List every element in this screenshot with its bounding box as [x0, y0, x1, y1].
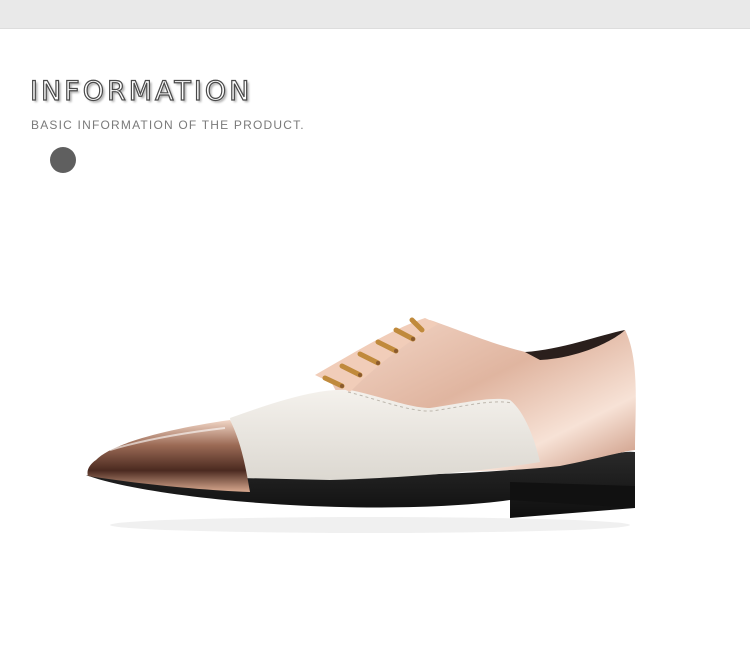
section-title: INFORMATION	[29, 75, 253, 107]
product-image	[86, 317, 636, 533]
shoe-shadow	[110, 517, 630, 533]
section-subtitle: BASIC INFORMATION OF THE PRODUCT.	[31, 118, 305, 132]
decorative-dot	[50, 147, 76, 173]
top-band	[0, 0, 750, 29]
vamp	[230, 389, 540, 480]
